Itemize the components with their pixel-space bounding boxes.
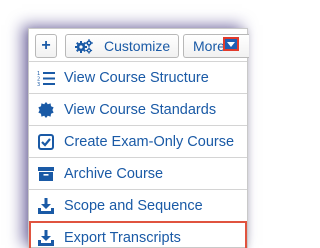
menu-item-view-course-structure[interactable]: 1 2 3 View Course Structure bbox=[29, 61, 247, 93]
customize-button[interactable]: Customize bbox=[65, 34, 179, 58]
menu-item-label: View Course Standards bbox=[64, 101, 217, 118]
menu-item-label: Create Exam-Only Course bbox=[64, 133, 235, 150]
checkbox-icon bbox=[37, 133, 55, 151]
menu-item-label: View Course Structure bbox=[64, 69, 209, 86]
customize-label: Customize bbox=[104, 38, 171, 54]
gears-icon bbox=[75, 39, 93, 54]
plus-icon: + bbox=[41, 37, 51, 54]
course-actions-panel: + Customize More 1 2 3 View Course Struc… bbox=[28, 28, 249, 248]
menu-item-view-course-standards[interactable]: View Course Standards bbox=[29, 93, 247, 125]
add-button[interactable]: + bbox=[35, 34, 57, 58]
menu-item-export-transcripts[interactable]: Export Transcripts bbox=[29, 221, 247, 248]
menu-item-archive-course[interactable]: Archive Course bbox=[29, 157, 247, 189]
screen: + Customize More 1 2 3 View Course Struc… bbox=[0, 0, 250, 248]
more-menu: 1 2 3 View Course Structure View Course … bbox=[29, 61, 247, 248]
download-icon bbox=[37, 197, 55, 215]
menu-item-label: Export Transcripts bbox=[64, 229, 181, 246]
caret-down-icon bbox=[227, 41, 235, 47]
badge-icon bbox=[37, 101, 55, 119]
menu-item-label: Scope and Sequence bbox=[64, 197, 203, 214]
menu-item-label: Archive Course bbox=[64, 165, 164, 182]
download-icon bbox=[37, 229, 55, 247]
more-button[interactable]: More bbox=[183, 34, 249, 58]
archive-icon bbox=[37, 165, 55, 183]
svg-text:3: 3 bbox=[37, 82, 40, 86]
more-label: More bbox=[193, 38, 225, 54]
menu-item-create-exam-only-course[interactable]: Create Exam-Only Course bbox=[29, 125, 247, 157]
more-dropdown-toggle[interactable] bbox=[223, 37, 239, 51]
menu-item-scope-and-sequence[interactable]: Scope and Sequence bbox=[29, 189, 247, 221]
list-numbered-icon: 1 2 3 bbox=[37, 69, 55, 87]
